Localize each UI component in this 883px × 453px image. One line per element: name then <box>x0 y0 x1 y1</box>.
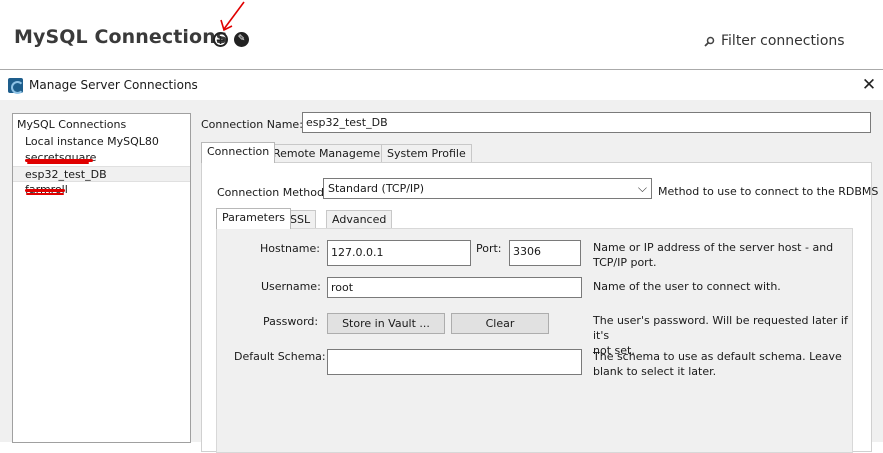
subtab-advanced[interactable]: Advanced <box>326 210 393 229</box>
connection-method-select[interactable]: Standard (TCP/IP) ⌵ <box>323 178 652 199</box>
dialog-title: Manage Server Connections <box>29 78 198 92</box>
tab-remote-management[interactable]: Remote Management <box>267 144 398 163</box>
parameters-panel: Hostname: 127.0.0.1 Port: 3306 Name or I… <box>216 228 853 453</box>
close-icon[interactable]: ✕ <box>856 73 882 97</box>
tab-system-profile[interactable]: System Profile <box>381 144 472 163</box>
username-label: Username: <box>261 280 321 293</box>
manage-connections-dialog: Manage Server Connections ✕ MySQL Connec… <box>0 69 883 453</box>
hostname-label: Hostname: <box>260 242 320 255</box>
redaction-mark <box>25 189 65 192</box>
connection-list[interactable]: MySQL Connections Local instance MySQL80… <box>12 113 191 443</box>
connection-method-description: Method to use to connect to the RDBMS <box>658 185 879 198</box>
home-title: MySQL Connections <box>14 26 228 48</box>
password-label: Password: <box>263 315 319 328</box>
filter-connections[interactable]: Filter connections <box>704 33 845 49</box>
connection-name-input[interactable]: esp32_test_DB <box>302 112 871 133</box>
connection-item-esp32-test-db[interactable]: esp32_test_DB <box>13 166 190 182</box>
annotation-arrow <box>220 1 245 32</box>
connection-name-label: Connection Name: <box>201 118 303 131</box>
filter-label: Filter connections <box>721 33 845 49</box>
default-schema-label: Default Schema: <box>234 350 326 363</box>
hostname-input[interactable]: 127.0.0.1 <box>327 240 471 266</box>
add-connection-icon[interactable]: + <box>213 32 228 47</box>
workbench-app-icon <box>8 78 24 94</box>
default-schema-description: The schema to use as default schema. Lea… <box>593 350 842 378</box>
tab-connection[interactable]: Connection <box>201 142 276 163</box>
clear-password-button[interactable]: Clear <box>451 313 549 334</box>
redaction-mark <box>27 162 89 164</box>
connection-item-local-instance[interactable]: Local instance MySQL80 <box>13 134 190 150</box>
default-schema-input[interactable] <box>327 349 582 375</box>
username-input[interactable]: root <box>327 277 582 298</box>
manage-connections-icon[interactable]: ✎ <box>234 32 249 47</box>
username-description: Name of the user to connect with. <box>593 280 781 293</box>
port-label: Port: <box>476 242 502 255</box>
dialog-titlebar: Manage Server Connections ✕ <box>0 70 883 100</box>
port-input[interactable]: 3306 <box>509 240 581 266</box>
store-in-vault-button[interactable]: Store in Vault ... <box>327 313 445 334</box>
redaction-mark <box>26 193 64 195</box>
subtab-parameters[interactable]: Parameters <box>216 208 291 229</box>
search-icon <box>704 36 715 47</box>
connection-tab-panel: Connection Method: Standard (TCP/IP) ⌵ M… <box>201 162 878 453</box>
chevron-down-icon: ⌵ <box>637 181 647 195</box>
connection-list-header: MySQL Connections <box>17 118 127 131</box>
connection-method-label: Connection Method: <box>217 186 328 199</box>
hostname-description: Name or IP address of the server host - … <box>593 241 834 269</box>
